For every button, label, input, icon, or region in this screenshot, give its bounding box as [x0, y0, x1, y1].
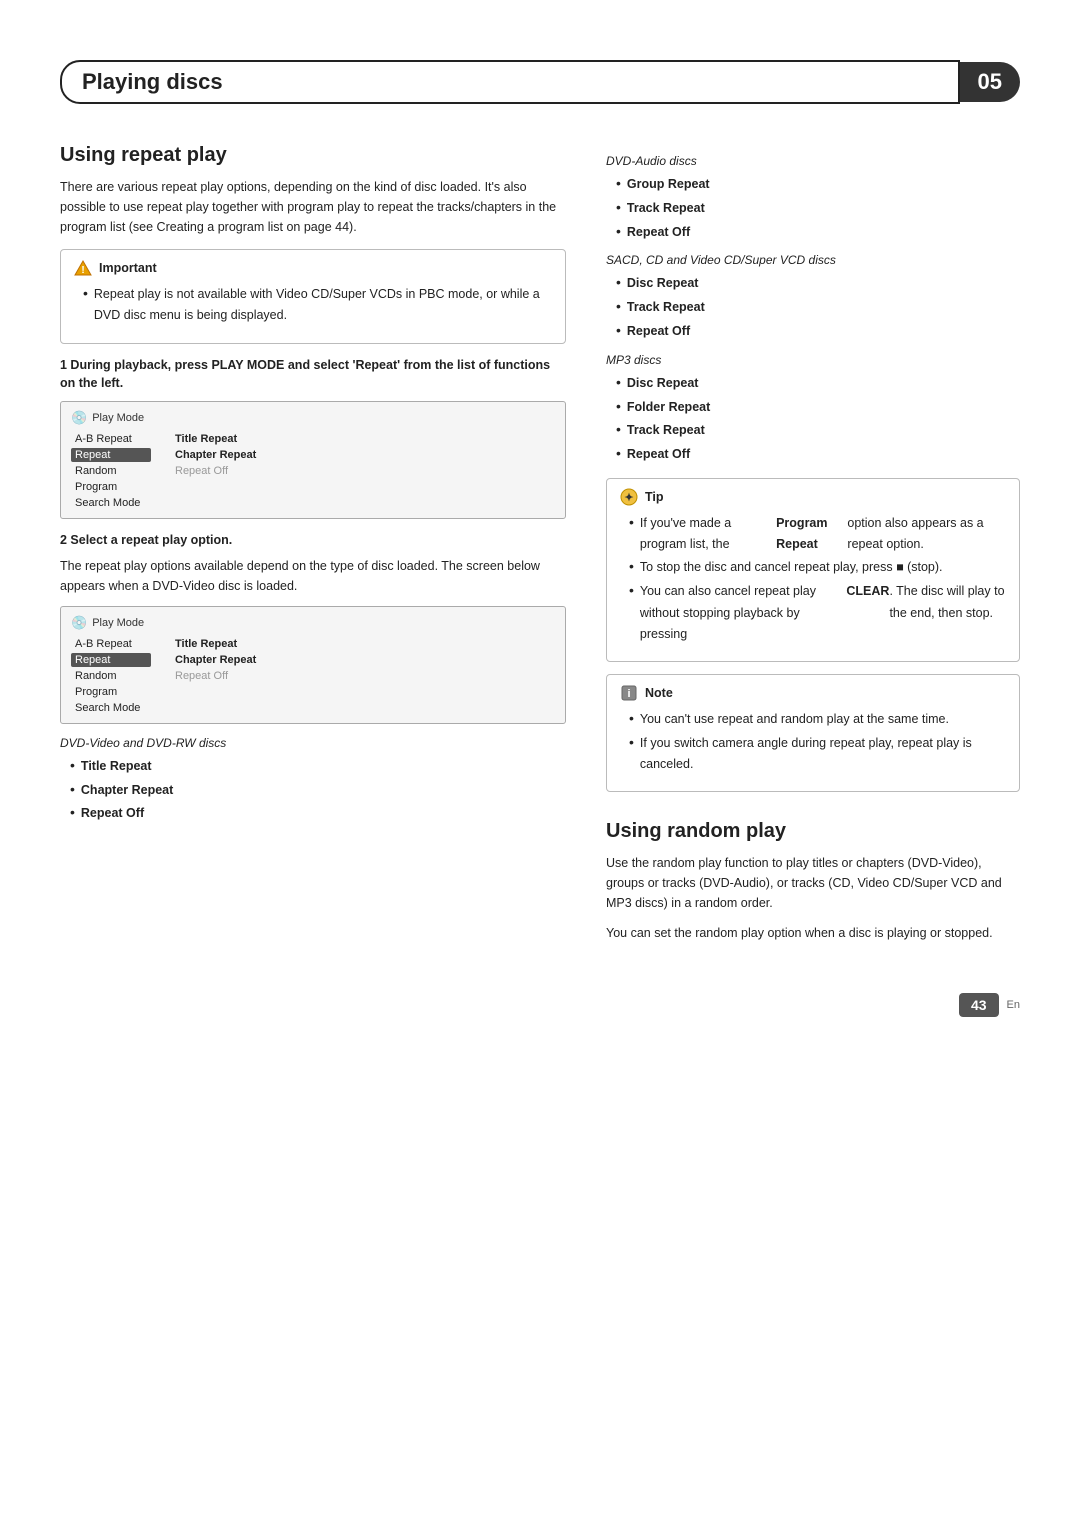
note-bullets: You can't use repeat and random play at … [619, 707, 1007, 775]
step2-heading: 2 Select a repeat play option. [60, 531, 566, 550]
screen1-left-row-5: Search Mode [71, 496, 151, 510]
screen2-body: A-B Repeat Repeat Random Program Search … [71, 637, 555, 715]
screen1-right-row-2: Chapter Repeat [171, 448, 271, 462]
tip-bullet-3: You can also cancel repeat play without … [629, 579, 1007, 645]
screen1-right-row-3: Repeat Off [171, 464, 271, 478]
dvd-video-category: DVD-Video and DVD-RW discs [60, 736, 566, 750]
random-play-section: Using random play Use the random play fu… [606, 820, 1020, 943]
note-header: i Note [619, 683, 1007, 703]
tip-label: Tip [645, 488, 664, 507]
important-box: ! Important Repeat play is not available… [60, 249, 566, 344]
screen2-left-row-3: Random [71, 669, 151, 683]
svg-text:!: ! [81, 265, 84, 276]
note-bullet-2: If you switch camera angle during repeat… [629, 731, 1007, 776]
screen2-left-row-2: Repeat [71, 653, 151, 667]
page-lang: En [1007, 999, 1020, 1011]
mp3-bullets: Disc Repeat Folder Repeat Track Repeat R… [606, 371, 1020, 466]
note-bullet-1: You can't use repeat and random play at … [629, 707, 1007, 731]
section-heading-repeat: Using repeat play [60, 144, 566, 167]
right-column: DVD-Audio discs Group Repeat Track Repea… [606, 144, 1020, 953]
screen2-left-row-1: A-B Repeat [71, 637, 151, 651]
screen1-title: Play Mode [92, 412, 144, 424]
important-icon: ! [73, 258, 93, 278]
note-icon: i [619, 683, 639, 703]
page-header: Playing discs 05 [60, 60, 1020, 104]
screen1-body: A-B Repeat Repeat Random Program Search … [71, 432, 555, 510]
note-box: i Note You can't use repeat and random p… [606, 674, 1020, 792]
important-header: ! Important [73, 258, 553, 278]
screen2-title: Play Mode [92, 617, 144, 629]
dvd-audio-bullet-2: Track Repeat [616, 196, 1020, 220]
screen1-header: 💿 Play Mode [71, 410, 555, 426]
intro-text: There are various repeat play options, d… [60, 177, 566, 237]
screen-mockup-2: 💿 Play Mode A-B Repeat Repeat Random Pro… [60, 606, 566, 724]
dvd-video-section: DVD-Video and DVD-RW discs Title Repeat … [60, 736, 566, 825]
sacd-bullet-3: Repeat Off [616, 319, 1020, 343]
dvd-audio-category: DVD-Audio discs [606, 154, 1020, 168]
screen2-right-row-1: Title Repeat [171, 637, 271, 651]
screen1-right-row-1: Title Repeat [171, 432, 271, 446]
disc-icon-1: 💿 [71, 410, 87, 426]
screen2-header: 💿 Play Mode [71, 615, 555, 631]
screen1-left-col: A-B Repeat Repeat Random Program Search … [71, 432, 151, 510]
screen1-left-row-1: A-B Repeat [71, 432, 151, 446]
mp3-bullet-1: Disc Repeat [616, 371, 1020, 395]
random-intro: Use the random play function to play tit… [606, 853, 1020, 913]
tip-box: ✦ Tip If you've made a program list, the… [606, 478, 1020, 662]
dvd-video-bullet-2: Chapter Repeat [70, 778, 566, 802]
tip-bullet-1: If you've made a program list, the Progr… [629, 511, 1007, 556]
content-columns: Using repeat play There are various repe… [60, 144, 1020, 953]
disc-icon-2: 💿 [71, 615, 87, 631]
screen1-left-row-3: Random [71, 464, 151, 478]
screen-mockup-1: 💿 Play Mode A-B Repeat Repeat Random Pro… [60, 401, 566, 519]
screen2-left-col: A-B Repeat Repeat Random Program Search … [71, 637, 151, 715]
tip-bullet-2: To stop the disc and cancel repeat play,… [629, 555, 1007, 579]
svg-text:i: i [627, 688, 630, 700]
tip-icon: ✦ [619, 487, 639, 507]
sacd-category: SACD, CD and Video CD/Super VCD discs [606, 253, 1020, 267]
mp3-bullet-4: Repeat Off [616, 442, 1020, 466]
random-second: You can set the random play option when … [606, 923, 1020, 943]
screen2-left-row-5: Search Mode [71, 701, 151, 715]
important-bullets: Repeat play is not available with Video … [73, 282, 553, 327]
mp3-bullet-2: Folder Repeat [616, 395, 1020, 419]
svg-text:✦: ✦ [624, 492, 633, 504]
screen2-right-row-2: Chapter Repeat [171, 653, 271, 667]
important-label: Important [99, 259, 157, 278]
mp3-bullet-3: Track Repeat [616, 418, 1020, 442]
screen2-left-row-4: Program [71, 685, 151, 699]
screen2-right-row-3: Repeat Off [171, 669, 271, 683]
page-title: Playing discs [60, 60, 960, 104]
sacd-bullet-2: Track Repeat [616, 295, 1020, 319]
header-title-bar: Playing discs 05 [60, 60, 1020, 104]
dvd-video-bullets: Title Repeat Chapter Repeat Repeat Off [60, 754, 566, 825]
important-bullet-1: Repeat play is not available with Video … [83, 282, 553, 327]
left-column: Using repeat play There are various repe… [60, 144, 566, 953]
screen1-left-row-4: Program [71, 480, 151, 494]
note-label: Note [645, 684, 673, 703]
step2-description: The repeat play options available depend… [60, 556, 566, 596]
tip-bullets: If you've made a program list, the Progr… [619, 511, 1007, 645]
step1-heading: 1 During playback, press PLAY MODE and s… [60, 356, 566, 394]
random-play-heading: Using random play [606, 820, 1020, 843]
dvd-video-bullet-3: Repeat Off [70, 801, 566, 825]
screen2-right-col: Title Repeat Chapter Repeat Repeat Off [171, 637, 271, 715]
screen1-right-col: Title Repeat Chapter Repeat Repeat Off [171, 432, 271, 510]
page-number: 43 [959, 993, 999, 1017]
sacd-bullet-1: Disc Repeat [616, 271, 1020, 295]
dvd-audio-bullet-1: Group Repeat [616, 172, 1020, 196]
dvd-audio-bullet-3: Repeat Off [616, 220, 1020, 244]
screen1-left-row-2: Repeat [71, 448, 151, 462]
sacd-bullets: Disc Repeat Track Repeat Repeat Off [606, 271, 1020, 342]
mp3-category: MP3 discs [606, 353, 1020, 367]
dvd-video-bullet-1: Title Repeat [70, 754, 566, 778]
dvd-audio-bullets: Group Repeat Track Repeat Repeat Off [606, 172, 1020, 243]
page-footer: 43 En [60, 993, 1020, 1017]
chapter-number: 05 [960, 62, 1020, 102]
tip-header: ✦ Tip [619, 487, 1007, 507]
